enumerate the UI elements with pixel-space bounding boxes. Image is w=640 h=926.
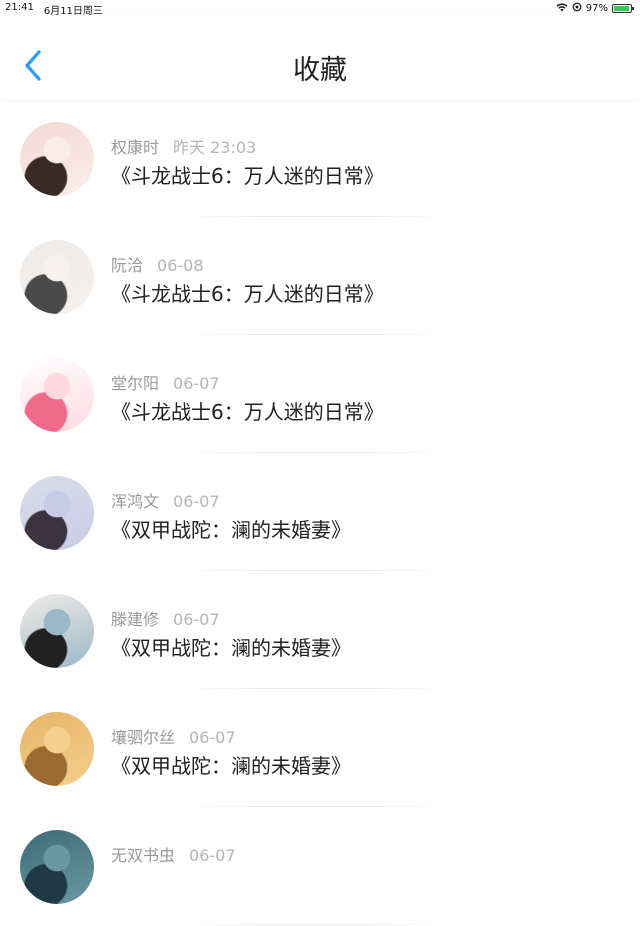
favorite-item[interactable]: 权康时 昨天 23:03 《斗龙战士6：万人迷的日常》 bbox=[0, 100, 640, 218]
user-name: 阮洽 bbox=[111, 256, 144, 275]
battery-icon bbox=[612, 4, 634, 13]
orientation-lock-icon bbox=[572, 2, 582, 15]
battery-fill bbox=[614, 6, 630, 11]
user-name: 浑鸿文 bbox=[111, 492, 160, 511]
timestamp: 06-07 bbox=[189, 728, 236, 747]
book-title[interactable]: 《双甲战陀：澜的未婚妻》 bbox=[111, 750, 351, 779]
book-title[interactable]: 《斗龙战士6：万人迷的日常》 bbox=[111, 396, 384, 425]
user-name: 滕建修 bbox=[111, 610, 160, 629]
favorite-item[interactable]: 无双书虫 06-07 bbox=[0, 808, 640, 926]
user-name: 堂尔阳 bbox=[111, 374, 160, 393]
page-title: 收藏 bbox=[293, 55, 347, 86]
item-meta: 滕建修 06-07 bbox=[111, 606, 220, 630]
timestamp: 06-07 bbox=[173, 492, 220, 511]
item-meta: 阮洽 06-08 bbox=[111, 252, 204, 276]
divider bbox=[185, 806, 445, 807]
item-meta: 浑鸿文 06-07 bbox=[111, 488, 220, 512]
user-name: 无双书虫 bbox=[111, 846, 176, 865]
wifi-icon bbox=[556, 3, 568, 15]
timestamp: 昨天 23:03 bbox=[173, 138, 257, 157]
divider bbox=[185, 216, 445, 217]
user-name: 壤驷尔丝 bbox=[111, 728, 176, 747]
avatar[interactable] bbox=[20, 594, 94, 668]
book-title[interactable]: 《斗龙战士6：万人迷的日常》 bbox=[111, 160, 384, 189]
divider bbox=[185, 452, 445, 453]
timestamp: 06-07 bbox=[173, 374, 220, 393]
item-meta: 堂尔阳 06-07 bbox=[111, 370, 220, 394]
timestamp: 06-07 bbox=[173, 610, 220, 629]
status-date: 6月11日周三 bbox=[43, 6, 103, 17]
favorite-item[interactable]: 滕建修 06-07 《双甲战陀：澜的未婚妻》 bbox=[0, 572, 640, 690]
item-meta: 无双书虫 06-07 bbox=[111, 842, 236, 866]
item-meta: 权康时 昨天 23:03 bbox=[111, 134, 256, 158]
status-bar: 21:41 6月11日周三 97% bbox=[0, 0, 640, 17]
avatar[interactable] bbox=[20, 240, 94, 314]
avatar[interactable] bbox=[20, 122, 94, 196]
battery-percent: 97% bbox=[585, 3, 608, 14]
avatar[interactable] bbox=[20, 358, 94, 432]
divider bbox=[185, 334, 445, 335]
favorite-item[interactable]: 浑鸿文 06-07 《双甲战陀：澜的未婚妻》 bbox=[0, 454, 640, 572]
divider bbox=[185, 570, 445, 571]
favorite-item[interactable]: 堂尔阳 06-07 《斗龙战士6：万人迷的日常》 bbox=[0, 336, 640, 454]
timestamp: 06-07 bbox=[189, 846, 236, 865]
avatar[interactable] bbox=[20, 830, 94, 904]
book-title[interactable]: 《双甲战陀：澜的未婚妻》 bbox=[111, 514, 351, 543]
status-time: 21:41 bbox=[5, 2, 34, 13]
item-meta: 壤驷尔丝 06-07 bbox=[111, 724, 236, 748]
book-title[interactable]: 《斗龙战士6：万人迷的日常》 bbox=[111, 278, 384, 307]
timestamp: 06-08 bbox=[157, 256, 204, 275]
favorite-item[interactable]: 壤驷尔丝 06-07 《双甲战陀：澜的未婚妻》 bbox=[0, 690, 640, 808]
favorite-item[interactable]: 阮洽 06-08 《斗龙战士6：万人迷的日常》 bbox=[0, 218, 640, 336]
avatar[interactable] bbox=[20, 712, 94, 786]
user-name: 权康时 bbox=[111, 138, 160, 157]
nav-bar: 收藏 bbox=[0, 16, 640, 100]
avatar[interactable] bbox=[20, 476, 94, 550]
divider bbox=[185, 688, 445, 689]
book-title[interactable]: 《双甲战陀：澜的未婚妻》 bbox=[111, 632, 351, 661]
divider bbox=[185, 924, 445, 925]
favorites-list: 权康时 昨天 23:03 《斗龙战士6：万人迷的日常》 阮洽 06-08 《斗龙战士6：万… bbox=[0, 100, 640, 926]
